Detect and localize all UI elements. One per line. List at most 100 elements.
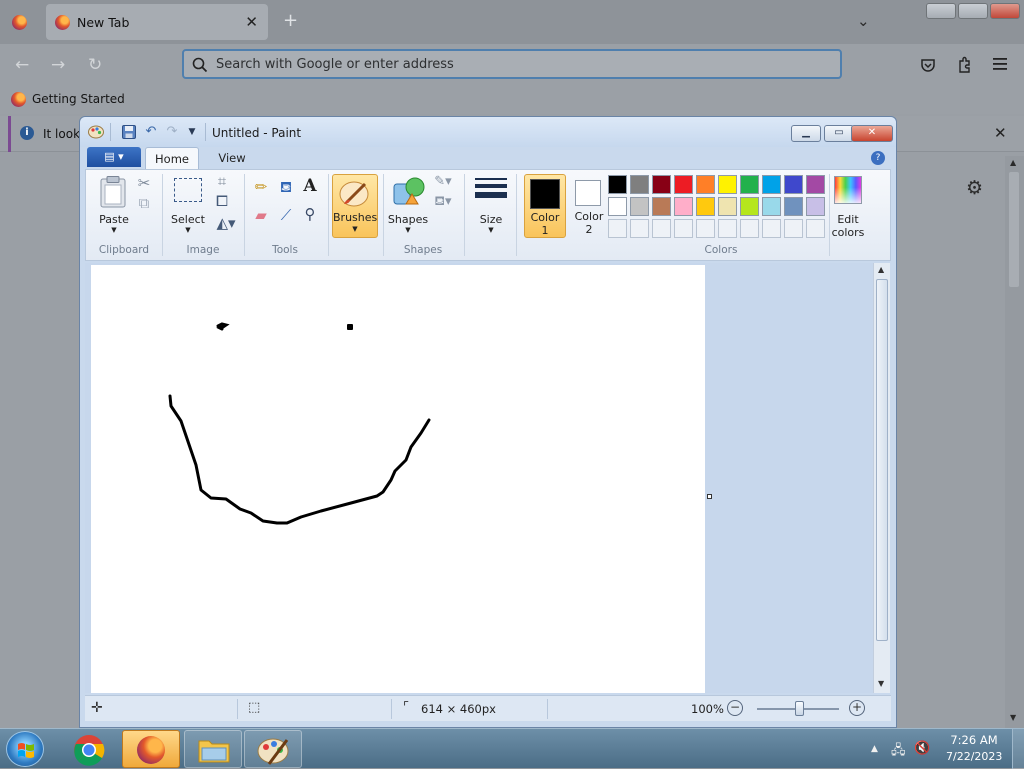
zoom-slider-thumb[interactable]: [795, 701, 804, 716]
paint-maximize-button[interactable]: ▭: [824, 125, 854, 142]
palette-color-swatch[interactable]: [718, 175, 737, 194]
start-button[interactable]: [6, 731, 44, 767]
menu-hamburger-icon[interactable]: [993, 58, 1007, 70]
paint-title-bar[interactable]: ↶ ↷ ▼ Untitled - Paint ▁ ▭ ✕: [80, 117, 896, 147]
outline-icon[interactable]: ✎▾: [430, 174, 456, 189]
paste-dropdown-icon[interactable]: ▼: [106, 226, 122, 234]
palette-custom-slot[interactable]: [784, 219, 803, 238]
back-arrow-icon[interactable]: ←: [15, 55, 29, 75]
undo-icon[interactable]: ↶: [143, 124, 159, 140]
brushes-button[interactable]: Brushes ▼: [332, 174, 378, 238]
taskbar-chrome-button[interactable]: [60, 730, 118, 768]
rotate-icon[interactable]: ◭▾: [214, 214, 238, 232]
shapes-dropdown-icon[interactable]: ▼: [400, 226, 416, 234]
firefox-page-scrollbar[interactable]: ▲ ▼: [1005, 156, 1024, 728]
color-picker-icon[interactable]: ⟋: [275, 206, 297, 224]
palette-custom-slot[interactable]: [652, 219, 671, 238]
palette-color-swatch[interactable]: [740, 175, 759, 194]
scrollbar-thumb[interactable]: [1009, 172, 1019, 287]
crop-icon[interactable]: ⌗: [214, 172, 230, 190]
pencil-icon[interactable]: ✏: [250, 178, 272, 196]
size-dropdown-icon[interactable]: ▼: [483, 226, 499, 234]
close-notification-icon[interactable]: ✕: [994, 124, 1007, 142]
fill-bucket-icon[interactable]: ⛾: [275, 178, 297, 198]
palette-custom-slot[interactable]: [762, 219, 781, 238]
scroll-down-arrow-icon[interactable]: ▼: [1010, 713, 1016, 722]
minimize-button[interactable]: [926, 3, 956, 19]
network-icon[interactable]: 🖧: [891, 741, 906, 763]
tab-new-tab[interactable]: New Tab ✕: [46, 4, 268, 40]
palette-custom-slot[interactable]: [696, 219, 715, 238]
edit-colors-button-line2[interactable]: colors: [826, 226, 870, 239]
maximize-button[interactable]: [958, 3, 988, 19]
customize-quick-access-icon[interactable]: ▼: [184, 124, 200, 140]
palette-color-swatch[interactable]: [608, 197, 627, 216]
palette-color-swatch[interactable]: [608, 175, 627, 194]
new-tab-plus-icon[interactable]: +: [283, 10, 298, 31]
paint-menu-button[interactable]: ▤ ▾: [87, 147, 141, 167]
clock-date[interactable]: 7/22/2023: [946, 750, 1002, 763]
palette-custom-slot[interactable]: [608, 219, 627, 238]
palette-color-swatch[interactable]: [696, 197, 715, 216]
drawing-canvas[interactable]: [91, 265, 705, 693]
palette-color-swatch[interactable]: [674, 175, 693, 194]
palette-custom-slot[interactable]: [630, 219, 649, 238]
palette-color-swatch[interactable]: [630, 175, 649, 194]
tab-view[interactable]: View: [205, 147, 259, 169]
taskbar-firefox-button[interactable]: [122, 730, 180, 768]
extensions-icon[interactable]: [957, 56, 973, 73]
canvas-resize-handle[interactable]: [707, 494, 712, 499]
color2-button[interactable]: Color 2: [568, 174, 610, 238]
palette-color-swatch[interactable]: [652, 175, 671, 194]
settings-gear-icon[interactable]: ⚙: [966, 177, 983, 199]
select-button[interactable]: Select: [166, 213, 210, 226]
canvas-scroll-down-icon[interactable]: ▼: [878, 679, 884, 688]
save-icon[interactable]: [122, 125, 136, 139]
select-dropdown-icon[interactable]: ▼: [180, 226, 196, 234]
edit-colors-button[interactable]: Edit: [826, 213, 870, 226]
palette-color-swatch[interactable]: [762, 197, 781, 216]
size-button[interactable]: Size: [469, 213, 513, 226]
copy-icon[interactable]: ⧉: [136, 194, 152, 212]
shapes-button[interactable]: Shapes: [386, 213, 430, 226]
close-tab-icon[interactable]: ✕: [245, 13, 258, 31]
palette-color-swatch[interactable]: [696, 175, 715, 194]
reload-icon[interactable]: ↻: [88, 55, 102, 75]
volume-muted-icon[interactable]: 🔇: [914, 741, 930, 756]
palette-color-swatch[interactable]: [740, 197, 759, 216]
shape-fill-icon[interactable]: ⛾▾: [430, 194, 456, 211]
palette-color-swatch[interactable]: [784, 175, 803, 194]
show-desktop-button[interactable]: [1012, 729, 1024, 769]
bookmark-getting-started[interactable]: Getting Started: [32, 92, 125, 106]
pocket-icon[interactable]: [920, 57, 936, 73]
palette-color-swatch[interactable]: [718, 197, 737, 216]
clock-time[interactable]: 7:26 AM: [946, 733, 1002, 747]
canvas-scroll-up-icon[interactable]: ▲: [878, 265, 884, 274]
tab-home[interactable]: Home: [145, 147, 199, 169]
palette-color-swatch[interactable]: [674, 197, 693, 216]
scroll-up-arrow-icon[interactable]: ▲: [1010, 158, 1016, 167]
palette-color-swatch[interactable]: [806, 197, 825, 216]
palette-color-swatch[interactable]: [630, 197, 649, 216]
paint-minimize-button[interactable]: ▁: [791, 125, 821, 142]
zoom-in-icon[interactable]: +: [849, 700, 865, 716]
palette-custom-slot[interactable]: [718, 219, 737, 238]
paste-button[interactable]: Paste: [94, 213, 134, 226]
text-tool-icon[interactable]: A: [299, 176, 321, 196]
palette-color-swatch[interactable]: [806, 175, 825, 194]
taskbar-explorer-button[interactable]: [184, 730, 242, 768]
redo-icon[interactable]: ↷: [164, 124, 180, 140]
taskbar-paint-button[interactable]: [244, 730, 302, 768]
palette-color-swatch[interactable]: [652, 197, 671, 216]
palette-custom-slot[interactable]: [674, 219, 693, 238]
cut-icon[interactable]: ✂: [136, 174, 152, 192]
forward-arrow-icon[interactable]: →: [51, 55, 65, 75]
canvas-vertical-scrollbar[interactable]: ▲ ▼: [873, 263, 890, 693]
close-window-button[interactable]: [990, 3, 1020, 19]
paint-close-button[interactable]: ✕: [851, 125, 893, 142]
list-all-tabs-chevron-icon[interactable]: ⌄: [857, 12, 870, 30]
palette-custom-slot[interactable]: [740, 219, 759, 238]
color1-button[interactable]: Color 1: [524, 174, 566, 238]
canvas-scroll-thumb[interactable]: [876, 279, 888, 641]
palette-custom-slot[interactable]: [806, 219, 825, 238]
